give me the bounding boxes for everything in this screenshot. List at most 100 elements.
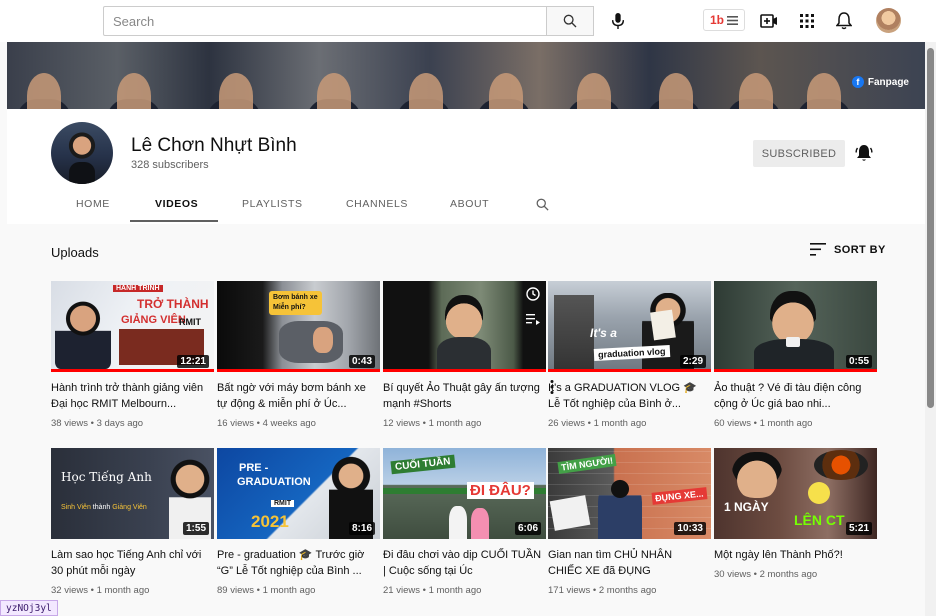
channel-search-button[interactable]: [535, 197, 550, 217]
video-card[interactable]: HÀNH TRÌNH TRỞ THÀNH GIẢNG VIÊN RMIT 12:…: [51, 281, 214, 429]
video-meta: 12 views • 1 month ago: [383, 418, 482, 429]
thumbnail-text-part: Giảng Viên: [112, 504, 147, 511]
view-count: 171 views: [548, 585, 591, 596]
sort-by-button[interactable]: SORT BY: [810, 243, 886, 256]
video-thumbnail[interactable]: 0:55: [714, 281, 877, 372]
upload-age: 1 month ago: [428, 585, 482, 596]
video-title[interactable]: Gian nan tìm CHỦ NHÂN CHIẾC XE đã ĐỤNG: [548, 547, 711, 579]
video-thumbnail[interactable]: TÌM NGƯỜI! ĐỤNG XE... 10:33: [548, 448, 711, 539]
video-title[interactable]: Hành trình trở thành giảng viên Đại học …: [51, 380, 214, 412]
status-tag: yzNOj3yl: [0, 600, 58, 616]
view-count: 26 views: [548, 418, 585, 429]
video-thumbnail[interactable]: Bơm bánh xe Miễn phí? 0:43: [217, 281, 380, 372]
fanpage-label: Fanpage: [867, 76, 909, 88]
video-title[interactable]: It's a GRADUATION VLOG 🎓 Lễ Tốt nghiệp c…: [548, 380, 711, 412]
extension-label: 1b: [709, 13, 724, 27]
bell-filled-icon: [855, 144, 873, 161]
video-card[interactable]: Bơm bánh xe Miễn phí? 0:43 Bất ngờ với m…: [217, 281, 380, 429]
upload-age: 2 months ago: [759, 569, 818, 580]
thumbnail-text: Sinh Viên thành Giảng Viên: [61, 504, 147, 511]
video-card[interactable]: TÌM NGƯỜI! ĐỤNG XE... 10:33 Gian nan tìm…: [548, 448, 711, 596]
video-title[interactable]: Đi đâu chơi vào dịp CUỐI TUẦN | Cuộc sốn…: [383, 547, 546, 579]
thumbnail-text: ĐI ĐÂU?: [467, 482, 534, 499]
search-icon: [536, 198, 549, 211]
menu-lines-icon: [727, 15, 738, 25]
search-icon: [563, 14, 577, 28]
tab-about[interactable]: ABOUT: [450, 186, 489, 222]
view-count: 21 views: [383, 585, 420, 596]
channel-avatar: [51, 122, 113, 184]
thumbnail-text: Học Tiếng Anh: [61, 470, 152, 484]
video-duration: 0:43: [348, 355, 375, 368]
video-meta: 26 views • 1 month ago: [548, 418, 647, 429]
video-card[interactable]: PRE - GRADUATION RMIT 2021 8:16 Pre - gr…: [217, 448, 380, 596]
bell-outline-icon: [836, 12, 852, 30]
scrollbar-thumb[interactable]: [927, 48, 934, 408]
tab-channels[interactable]: CHANNELS: [346, 186, 408, 222]
microphone-icon: [611, 13, 625, 29]
video-thumbnail[interactable]: 1 NGÀY LÊN CT 5:21: [714, 448, 877, 539]
sort-by-label: SORT BY: [834, 243, 886, 256]
video-thumbnail[interactable]: PRE - GRADUATION RMIT 2021 8:16: [217, 448, 380, 539]
extension-button[interactable]: 1b: [703, 9, 745, 31]
video-meta: 38 views • 3 days ago: [51, 418, 144, 429]
search-input[interactable]: [104, 7, 546, 35]
view-count: 60 views: [714, 418, 751, 429]
subscribed-button[interactable]: SUBSCRIBED: [753, 140, 845, 167]
view-count: 38 views: [51, 418, 88, 429]
video-thumbnail[interactable]: HÀNH TRÌNH TRỞ THÀNH GIẢNG VIÊN RMIT 12:…: [51, 281, 214, 372]
video-card[interactable]: Bí quyết Ảo Thuật gây ấn tượng mạnh #Sho…: [383, 281, 554, 429]
video-duration: 12:21: [177, 355, 209, 368]
video-card[interactable]: It's a graduation vlog 2:29 It's a GRADU…: [548, 281, 711, 429]
video-thumbnail[interactable]: CUỐI TUẦN ĐI ĐÂU? 6:06: [383, 448, 546, 539]
search-box[interactable]: [103, 6, 547, 36]
video-title[interactable]: Làm sao học Tiếng Anh chỉ với 30 phút mỗ…: [51, 547, 214, 579]
search-button[interactable]: [546, 6, 594, 36]
create-video-icon: [760, 14, 777, 28]
tab-playlists[interactable]: PLAYLISTS: [242, 186, 303, 222]
create-video-button[interactable]: [757, 9, 781, 33]
thumbnail-text: 2021: [251, 512, 289, 531]
video-title[interactable]: Ảo thuật ? Vé đi tàu điện công cộng ở Úc…: [714, 380, 877, 412]
tab-home[interactable]: HOME: [76, 186, 110, 222]
notifications-button[interactable]: [832, 9, 856, 33]
video-duration: 2:29: [679, 355, 706, 368]
video-card[interactable]: 1 NGÀY LÊN CT 5:21 Một ngày lên Thành Ph…: [714, 448, 877, 580]
fanpage-link[interactable]: f Fanpage: [851, 76, 909, 88]
video-title[interactable]: Pre - graduation 🎓 Trước giờ “G” Lễ Tốt …: [217, 547, 380, 579]
thumbnail-text: HÀNH TRÌNH: [113, 285, 163, 292]
notification-bell-button[interactable]: [853, 142, 875, 164]
video-duration: 0:55: [845, 355, 872, 368]
thumbnail-text: RMIT: [179, 317, 201, 327]
video-thumbnail[interactable]: [383, 281, 546, 372]
upload-age: 1 month ago: [593, 418, 647, 429]
video-duration: 1:55: [182, 522, 209, 535]
thumbnail-text-line: Miễn phí?: [273, 304, 306, 311]
view-count: 30 views: [714, 569, 751, 580]
thumbnail-text: 1 NGÀY: [724, 500, 769, 514]
channel-banner: f Fanpage: [7, 42, 925, 109]
video-title[interactable]: Bí quyết Ảo Thuật gây ấn tượng mạnh #Sho…: [383, 380, 546, 412]
upload-age: 1 month ago: [96, 585, 150, 596]
account-avatar[interactable]: [876, 8, 901, 33]
clock-icon: [526, 287, 540, 301]
channel-name: Lê Chơn Nhựt Bình: [131, 135, 297, 156]
tab-videos[interactable]: VIDEOS: [155, 186, 198, 222]
video-duration: 6:06: [514, 522, 541, 535]
upload-age: 4 weeks ago: [262, 418, 316, 429]
apps-grid-icon: [800, 14, 814, 28]
video-thumbnail[interactable]: Học Tiếng Anh Sinh Viên thành Giảng Viên…: [51, 448, 214, 539]
video-thumbnail[interactable]: It's a graduation vlog 2:29: [548, 281, 711, 372]
masthead: 1b: [0, 0, 936, 42]
thumbnail-text: RMIT: [271, 500, 295, 507]
video-meta: 60 views • 1 month ago: [714, 418, 813, 429]
video-title[interactable]: Bất ngờ với máy bơm bánh xe tự động & mi…: [217, 380, 380, 412]
video-card[interactable]: Học Tiếng Anh Sinh Viên thành Giảng Viên…: [51, 448, 214, 596]
video-meta: 16 views • 4 weeks ago: [217, 418, 316, 429]
voice-search-button[interactable]: [606, 9, 630, 33]
apps-button[interactable]: [795, 9, 819, 33]
video-card[interactable]: CUỐI TUẦN ĐI ĐÂU? 6:06 Đi đâu chơi vào d…: [383, 448, 546, 596]
video-card[interactable]: 0:55 Ảo thuật ? Vé đi tàu điện công cộng…: [714, 281, 877, 429]
watch-progress-bar: [51, 369, 214, 372]
watch-progress-bar: [383, 369, 546, 372]
